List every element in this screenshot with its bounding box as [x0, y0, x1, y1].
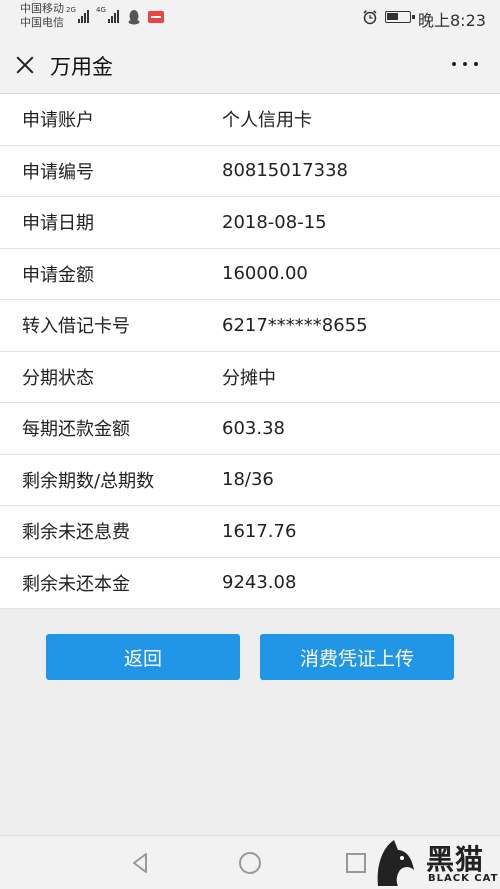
- qq-penguin-icon: [128, 10, 140, 25]
- app-notification-icon: [148, 11, 164, 23]
- detail-label: 剩余期数/总期数: [22, 470, 155, 492]
- detail-row: 剩余期数/总期数 18/36: [0, 455, 500, 506]
- upload-voucher-button[interactable]: 消费凭证上传: [260, 634, 454, 680]
- detail-label: 分期状态: [22, 367, 94, 389]
- title-bar: 万用金: [0, 34, 500, 94]
- nav-back-icon[interactable]: [130, 852, 152, 874]
- nav-recent-apps-icon[interactable]: [346, 853, 366, 873]
- status-time: 晚上8:23: [418, 11, 486, 30]
- detail-label: 申请账户: [22, 110, 94, 132]
- detail-row: 申请账户 个人信用卡: [0, 94, 500, 146]
- detail-value: 603.38: [222, 417, 285, 439]
- detail-label: 剩余未还息费: [22, 522, 130, 544]
- close-icon[interactable]: [10, 50, 40, 80]
- detail-label: 申请编号: [22, 161, 94, 183]
- detail-row: 申请编号 80815017338: [0, 146, 500, 197]
- detail-value: 6217******8655: [222, 314, 368, 336]
- detail-label: 申请金额: [22, 264, 94, 286]
- alarm-clock-icon: [363, 10, 377, 25]
- page-title: 万用金: [50, 55, 113, 79]
- detail-row: 申请金额 16000.00: [0, 249, 500, 300]
- carrier-1-label: 中国移动: [20, 2, 64, 15]
- detail-value: 分摊中: [222, 367, 276, 389]
- detail-value: 18/36: [222, 469, 274, 491]
- detail-row: 剩余未还息费 1617.76: [0, 506, 500, 558]
- detail-value: 2018-08-15: [222, 211, 327, 233]
- detail-row: 分期状态 分摊中: [0, 352, 500, 403]
- watermark-subtext: BLACK CAT: [428, 873, 499, 884]
- network-1-label: 2G: [66, 6, 76, 14]
- network-2-label: 4G: [96, 6, 106, 14]
- detail-row: 转入借记卡号 6217******8655: [0, 300, 500, 352]
- detail-value: 80815017338: [222, 160, 348, 182]
- system-nav-bar: [0, 835, 500, 889]
- battery-fill: [387, 13, 398, 20]
- detail-label: 剩余未还本金: [22, 573, 130, 595]
- black-cat-logo-icon: [377, 840, 414, 886]
- watermark-text: 黑猫: [426, 843, 485, 876]
- more-options-icon[interactable]: [452, 62, 478, 70]
- detail-label: 申请日期: [22, 213, 94, 235]
- detail-row: 每期还款金额 603.38: [0, 403, 500, 455]
- detail-label: 转入借记卡号: [22, 316, 130, 338]
- detail-value: 个人信用卡: [222, 110, 312, 132]
- signal-1-icon: [78, 10, 89, 23]
- nav-home-icon[interactable]: [239, 852, 261, 874]
- carrier-2-label: 中国电信: [20, 16, 64, 29]
- detail-row: 申请日期 2018-08-15: [0, 197, 500, 249]
- detail-row: 剩余未还本金 9243.08: [0, 558, 500, 609]
- detail-value: 16000.00: [222, 263, 308, 285]
- carrier-info: 中国移动 中国电信: [20, 2, 64, 30]
- detail-label: 每期还款金额: [22, 419, 130, 441]
- detail-value: 1617.76: [222, 520, 297, 542]
- detail-value: 9243.08: [222, 572, 297, 594]
- installment-detail-list: 申请账户 个人信用卡 申请编号 80815017338 申请日期 2018-08-15 申请…: [0, 94, 500, 609]
- battery-icon: [385, 11, 415, 23]
- back-button[interactable]: 返回: [46, 634, 240, 680]
- status-bar: 中国移动 中国电信 2G 4G 晚上8:23: [0, 0, 500, 34]
- signal-2-icon: [108, 10, 119, 23]
